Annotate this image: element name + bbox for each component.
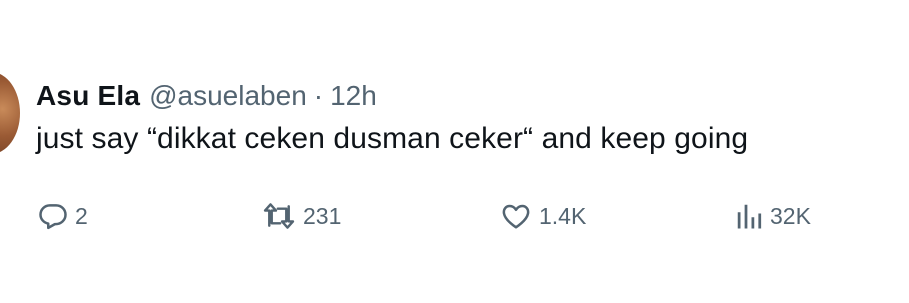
- views-count: 32K: [770, 202, 811, 229]
- retweet-count: 231: [303, 202, 342, 229]
- retweet-button[interactable]: 231: [262, 196, 341, 236]
- reply-button[interactable]: 2: [38, 196, 88, 236]
- display-name[interactable]: Asu Ela: [36, 80, 140, 112]
- views-button[interactable]: 32K: [735, 196, 811, 236]
- like-button[interactable]: 1.4K: [500, 196, 586, 236]
- like-count: 1.4K: [539, 202, 587, 229]
- avatar[interactable]: [0, 72, 20, 154]
- retweet-icon: [262, 201, 296, 231]
- reply-count: 2: [75, 202, 88, 229]
- tweet-text: just say “dikkat ceken dusman ceker“ and…: [36, 122, 749, 155]
- user-handle[interactable]: @asuelaben: [149, 80, 307, 112]
- reply-icon: [38, 201, 68, 231]
- tweet[interactable]: Asu Ela @asuelaben · 12h just say “dikka…: [0, 0, 909, 303]
- heart-icon: [500, 201, 532, 231]
- separator-dot: ·: [313, 80, 324, 111]
- views-icon: [735, 201, 763, 231]
- tweet-actions: 2 231 1.4K 32K: [0, 196, 909, 236]
- tweet-timestamp[interactable]: 12h: [330, 80, 377, 112]
- tweet-header: Asu Ela @asuelaben · 12h: [36, 76, 377, 116]
